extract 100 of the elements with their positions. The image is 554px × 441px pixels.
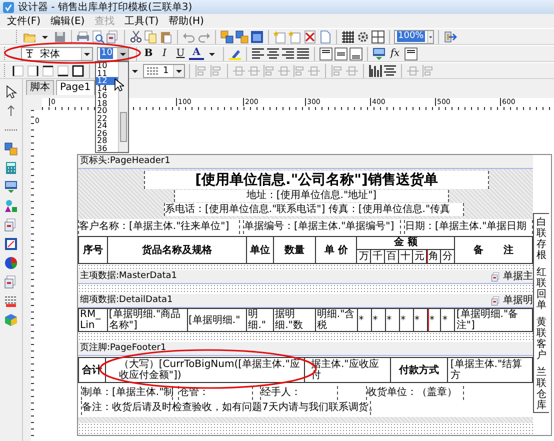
menu-item[interactable]: 帮助(H) (164, 14, 209, 28)
table-cell[interactable]: 付款方式 (390, 358, 448, 382)
formula-button[interactable]: fx (387, 46, 403, 60)
list-item[interactable]: 28 (96, 137, 118, 144)
menu-item[interactable]: 编辑(E) (46, 14, 90, 28)
delete-page-icon[interactable] (303, 30, 317, 44)
table-cell[interactable]: [单据主体."结算方 (448, 358, 532, 382)
menu-item[interactable]: 文件(F) (2, 14, 46, 28)
band-header[interactable]: 细项数据:DetailData1 (80, 294, 173, 307)
underline-button[interactable]: U (173, 46, 188, 60)
table-cell[interactable]: RM_Lin (79, 309, 108, 331)
info-field[interactable]: 客户名称：[单据主体."往来单位"] (78, 220, 240, 234)
signature-field[interactable]: 经手人： (260, 386, 338, 400)
table-cell[interactable]: 明细." (247, 309, 274, 331)
bar-chart-icon[interactable] (368, 64, 382, 78)
printer-icon[interactable] (76, 30, 90, 44)
signature-field[interactable]: 收货单位：（盖章） (366, 386, 464, 400)
border-all-icon[interactable] (71, 64, 85, 78)
table-cell[interactable]: 据明细."数 (274, 309, 316, 331)
pie-chart-icon[interactable] (4, 256, 18, 270)
align-left-icon[interactable] (251, 46, 265, 60)
column-header[interactable]: 单位 (247, 237, 274, 263)
table-icon[interactable] (371, 30, 385, 44)
column-header[interactable]: 货品名称及规格 (108, 237, 248, 263)
pages-icon[interactable] (4, 275, 18, 289)
tab[interactable]: 脚本 (26, 80, 54, 95)
digit-header[interactable]: 角 (426, 250, 441, 263)
info-field[interactable]: 单据编号：[单据主体."单据编号"] (243, 220, 401, 234)
table-cell[interactable]: * (441, 309, 456, 331)
column-header[interactable]: 金 额 (357, 237, 454, 250)
shapes-icon[interactable] (4, 199, 18, 213)
list-item[interactable]: 26 (96, 130, 118, 137)
border-left-icon[interactable] (11, 64, 25, 78)
table-cell[interactable]: * (400, 309, 414, 331)
table-cell[interactable]: * (428, 309, 442, 331)
column-header[interactable]: 备 注 (455, 237, 532, 263)
phone-fax-field[interactable]: 系电话：[使用单位信息."联系电话"] 传真：[使用单位信息."传真 (164, 203, 464, 216)
column-header[interactable]: 序号 (79, 237, 108, 263)
tab[interactable]: Page1 (56, 80, 95, 95)
copies-strip[interactable]: 白联存根 红联回单 黄联客户 兰联仓库 (533, 213, 549, 413)
digit-header[interactable]: 分 (440, 250, 454, 263)
align-bottom-icon[interactable] (349, 46, 363, 60)
monitor-icon[interactable] (4, 180, 18, 194)
window-icon[interactable] (250, 30, 264, 44)
gear-icon[interactable] (356, 30, 370, 44)
column-header[interactable]: 数量 (274, 237, 316, 263)
table-cell[interactable]: * (358, 309, 372, 331)
pointer-icon[interactable] (4, 85, 18, 99)
dropdown-caret-icon[interactable] (117, 48, 128, 60)
scrollbar[interactable] (118, 62, 128, 152)
column-header[interactable]: 单 价 (316, 237, 358, 263)
signature-field[interactable]: 制单：[单据主体."制 (81, 386, 173, 400)
align-right-icon[interactable] (281, 46, 295, 60)
table-cell[interactable]: 明细."含税 (316, 309, 358, 331)
list-item[interactable]: 16 (96, 92, 118, 100)
band-header[interactable]: 页标头:PageHeader1 (78, 155, 533, 169)
border-right-icon[interactable] (26, 64, 40, 78)
font-color-button[interactable]: A (189, 47, 204, 60)
italic-button[interactable]: I (157, 46, 172, 60)
digit-header[interactable]: 元 (412, 250, 427, 263)
band-header[interactable]: 主项数据:MasterData1 (80, 270, 177, 283)
pages-icon[interactable] (4, 218, 18, 232)
digit-header[interactable]: 百 (385, 250, 400, 263)
list-icon[interactable] (4, 294, 18, 308)
table-cell[interactable]: [单据明细." (188, 309, 248, 331)
digit-header[interactable]: 千 (371, 250, 386, 263)
dropdown-caret-icon[interactable] (81, 48, 92, 60)
frame-icon[interactable] (4, 237, 18, 251)
pages-icon[interactable] (106, 30, 120, 44)
list-item[interactable]: 36 (96, 144, 118, 152)
line-width-dropdown[interactable]: 1 (143, 64, 185, 78)
cut-icon[interactable] (129, 30, 143, 44)
cube-icon[interactable] (4, 313, 18, 327)
dropdown-caret-icon[interactable] (426, 30, 433, 42)
magnifier-page-icon[interactable] (91, 30, 105, 44)
band-header[interactable]: 页注脚:PageFooter1 (78, 342, 533, 356)
stacked-squares-icon[interactable] (235, 30, 249, 44)
calculator-icon[interactable] (4, 161, 18, 175)
paste-icon[interactable] (159, 30, 173, 44)
menu-item[interactable]: 工具(T) (120, 14, 164, 28)
align-center-icon[interactable] (383, 64, 397, 78)
dropdown-caret-icon[interactable] (173, 64, 184, 76)
list-item[interactable]: 18 (96, 100, 118, 107)
align-middle-icon[interactable] (334, 46, 348, 60)
align-justify-icon[interactable] (296, 46, 310, 60)
digit-header[interactable]: 十 (399, 250, 413, 263)
table-cell[interactable]: * (372, 309, 386, 331)
info-field[interactable]: 日期：[单据主体."单据日期 (404, 220, 533, 234)
report-title[interactable]: [使用单位信息."公司名称"]销售送货单 (144, 171, 489, 189)
exit-door-icon[interactable] (443, 30, 457, 44)
table-cell[interactable]: * (414, 309, 428, 331)
monitor-icon[interactable] (372, 46, 386, 60)
grid-icon[interactable] (341, 30, 355, 44)
address-field[interactable]: 地址：[使用单位信息."地址"] (174, 190, 449, 202)
font-size-dropdown[interactable]: 10 (97, 46, 129, 60)
align-top-icon[interactable] (319, 46, 333, 60)
border-bottom-icon[interactable] (56, 64, 70, 78)
align-center-icon[interactable] (266, 46, 280, 60)
list-item[interactable]: 24 (96, 122, 118, 130)
note-field[interactable]: 备注：收货后请及时检查验收，如有问题7天内请与我们联系调货。 (81, 401, 371, 415)
